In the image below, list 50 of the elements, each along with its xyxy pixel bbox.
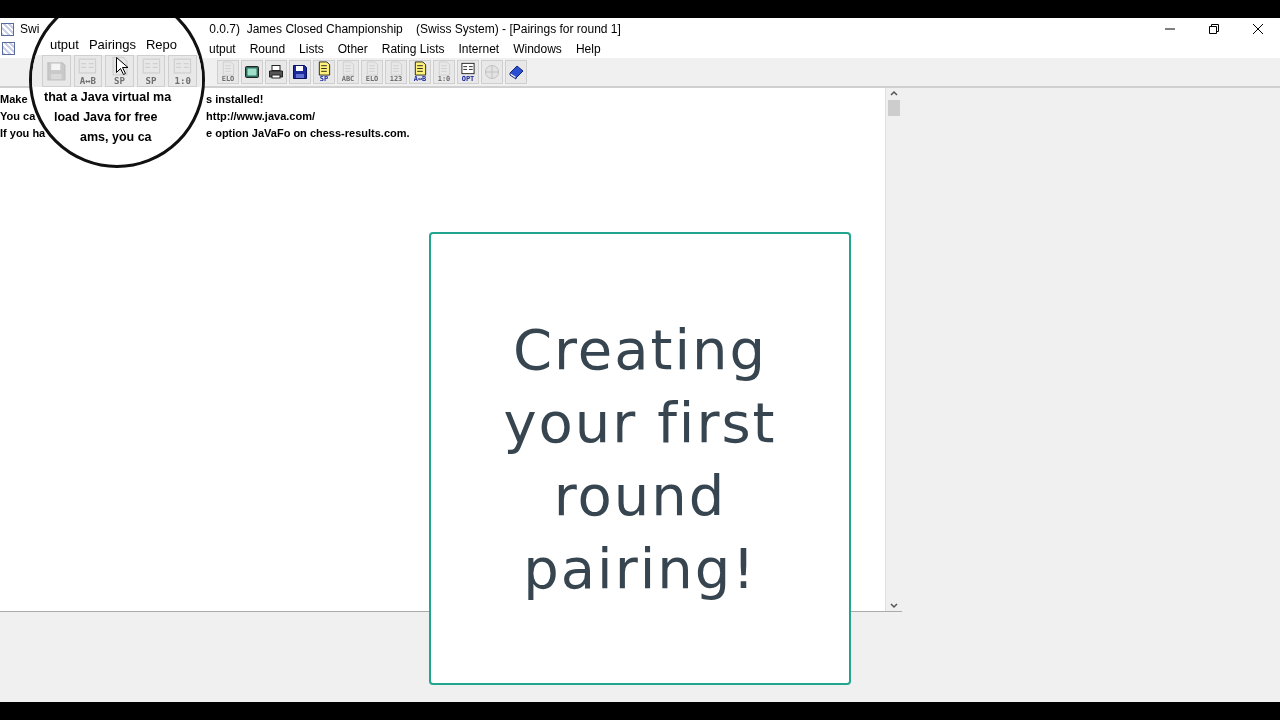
message-text: You ca xyxy=(0,109,36,122)
toolbar-button[interactable] xyxy=(289,60,311,84)
close-icon[interactable] xyxy=(1253,24,1263,34)
printer-icon xyxy=(268,64,284,80)
document-icon xyxy=(316,61,332,76)
message-text: e option JaVaFo on chess-results.com. xyxy=(206,126,410,139)
form-icon xyxy=(140,56,162,77)
scroll-down-icon[interactable] xyxy=(889,601,899,611)
document-icon xyxy=(364,61,380,76)
toolbar-button[interactable] xyxy=(265,60,287,84)
book-icon xyxy=(508,64,524,80)
menu-item[interactable]: Other xyxy=(330,42,375,56)
menu-item[interactable]: utput xyxy=(50,37,79,51)
menu-item[interactable]: Pairings xyxy=(88,37,136,51)
document-icon xyxy=(220,61,236,76)
mouse-cursor-icon xyxy=(116,57,128,75)
message-text: If you ha xyxy=(0,126,46,139)
menu-item[interactable]: Lists xyxy=(292,42,331,56)
document-icon[interactable] xyxy=(2,42,15,55)
message-text: that a Java virtual ma xyxy=(44,89,172,106)
document-icon xyxy=(412,61,428,76)
document-icon xyxy=(340,61,356,76)
message-text: http://www.java.com/ xyxy=(206,109,315,122)
form-icon xyxy=(77,56,99,77)
message-text: s installed! xyxy=(206,92,264,105)
toolbar-button[interactable] xyxy=(505,60,527,84)
document-icon xyxy=(388,61,404,76)
app-icon xyxy=(1,22,14,36)
form-icon xyxy=(460,61,476,76)
menu-item[interactable]: Internet xyxy=(451,42,507,56)
scrollbar-thumb[interactable] xyxy=(888,100,900,116)
message-text: Make xyxy=(0,92,28,105)
scroll-up-icon[interactable] xyxy=(889,88,899,98)
menu-item[interactable]: Help xyxy=(568,42,608,56)
message-text: ams, you ca xyxy=(80,129,152,146)
globe-icon xyxy=(484,64,500,80)
restore-icon[interactable] xyxy=(1209,24,1219,34)
window-title: 0.0.7) James Closed Championship (Swiss System) - [Pairings for round 1] xyxy=(209,22,621,36)
caption-text: Creating your first round pairing! xyxy=(502,315,778,603)
message-text: load Java for free xyxy=(54,109,158,126)
menu-item[interactable]: Rating Lists xyxy=(374,42,452,56)
window-title: Swi xyxy=(20,22,40,36)
menu-item[interactable]: Repo xyxy=(145,37,177,51)
menu-item[interactable]: utput xyxy=(202,42,243,56)
toolbar-button[interactable] xyxy=(241,60,263,84)
menu-item[interactable]: Windows xyxy=(506,42,569,56)
menu-item[interactable]: Round xyxy=(242,42,293,56)
monitor-icon xyxy=(244,64,260,80)
document-icon xyxy=(436,61,452,76)
form-icon xyxy=(172,56,194,77)
